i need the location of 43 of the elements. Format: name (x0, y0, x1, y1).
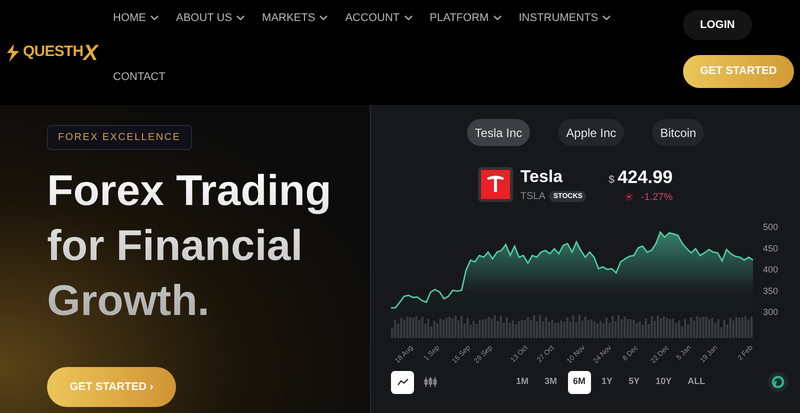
currency-symbol: $ (608, 173, 615, 188)
nav-link[interactable]: ACCOUNT (345, 11, 413, 25)
login-button[interactable]: LOGIN (683, 10, 752, 40)
stock-tab[interactable]: Apple Inc (558, 119, 624, 146)
chevron-down-icon (319, 15, 328, 21)
logo-badge-icon (768, 372, 788, 392)
nav-link[interactable]: CONTACT (113, 70, 166, 84)
nav-link[interactable]: INSTRUMENTS (518, 11, 612, 25)
nav-link[interactable]: MARKETS (262, 11, 328, 25)
stock-ticker: TSLA (520, 190, 546, 204)
price-change: -1.27% (640, 190, 673, 204)
logo[interactable]: QUESTHX (5, 41, 98, 64)
range-button[interactable]: 10Y (650, 370, 677, 394)
y-axis-label: 500 (763, 222, 778, 232)
nav-link[interactable]: PLATFORM (430, 11, 502, 25)
y-axis-label: 300 (763, 306, 778, 316)
chevron-down-icon (150, 15, 159, 21)
chevron-down-icon (404, 15, 413, 21)
range-button[interactable]: 1M (511, 370, 534, 394)
stock-name: Tesla (520, 167, 564, 187)
stock-price: 424.99 (618, 167, 673, 187)
stock-tab[interactable]: Tesla Inc (466, 119, 530, 146)
y-axis-label: 400 (763, 264, 778, 274)
line-chart-button[interactable] (391, 370, 414, 394)
chevron-down-icon (602, 15, 612, 21)
tesla-logo-icon (478, 167, 514, 202)
range-button[interactable]: 3M (540, 370, 562, 394)
y-axis-label: 350 (763, 285, 778, 296)
hero-badge: FOREX EXCELLENCE (47, 125, 192, 150)
nav-link[interactable]: ABOUT US (176, 11, 246, 25)
chevron-down-icon (236, 15, 246, 21)
range-button[interactable]: 6M (568, 370, 591, 394)
y-axis-label: 450 (763, 242, 778, 253)
candlestick-chart-button[interactable] (424, 377, 437, 387)
line-chart-icon (396, 378, 408, 386)
chevron-down-icon (492, 15, 502, 21)
range-button[interactable]: 5Y (624, 370, 645, 394)
nav-link[interactable]: HOME (113, 11, 159, 25)
range-button[interactable]: 1Y (596, 370, 618, 394)
candlestick-icon (424, 377, 437, 387)
stock-tab[interactable]: Bitcoin (652, 119, 704, 146)
logo-mark-icon (5, 44, 21, 62)
range-button[interactable]: ALL (682, 370, 710, 394)
